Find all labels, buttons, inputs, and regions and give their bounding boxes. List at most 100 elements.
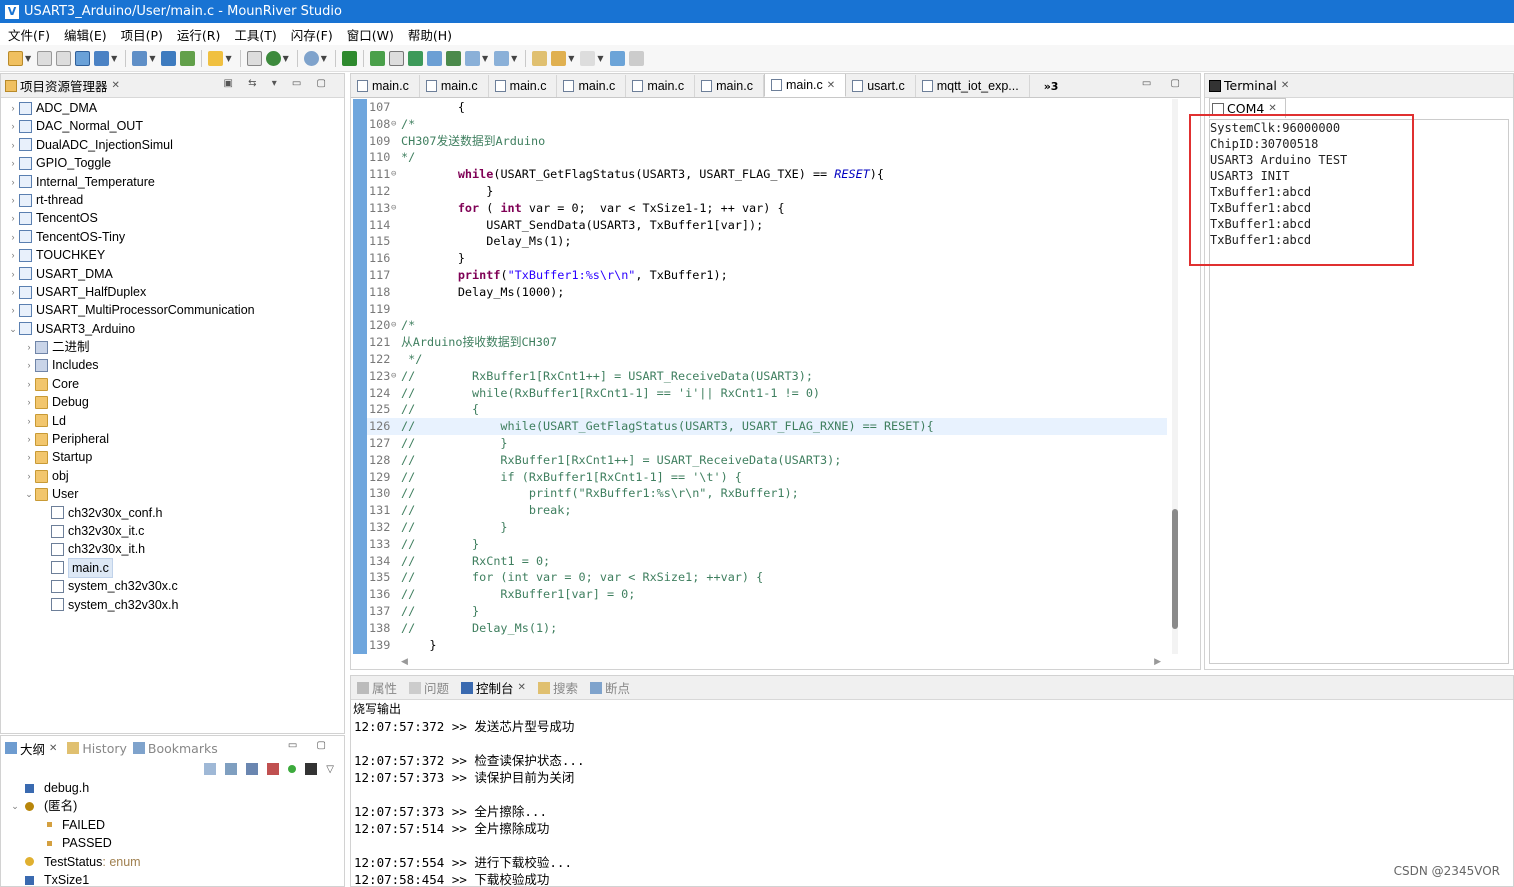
editor-tab[interactable]: main.c ✕ — [763, 74, 847, 97]
code-line[interactable]: 130// printf("RxBuffer1:%s\r\n", RxBuffe… — [367, 485, 1167, 502]
editor-tab[interactable]: main.c — [695, 75, 764, 97]
editor-tab[interactable]: main.c — [489, 75, 558, 97]
vertical-scrollbar[interactable] — [1172, 99, 1178, 654]
tree-item[interactable]: › TencentOS-Tiny — [1, 228, 344, 246]
code-line[interactable]: 134// RxCnt1 = 0; — [367, 553, 1167, 570]
pin-icon[interactable] — [609, 50, 625, 66]
tree-item[interactable]: › USART_DMA — [1, 265, 344, 283]
tree-item[interactable]: ch32v30x_it.h — [1, 540, 344, 558]
tree-item[interactable]: › Debug — [1, 393, 344, 411]
pin2-icon[interactable] — [628, 50, 644, 66]
tree-item[interactable]: system_ch32v30x.c — [1, 577, 344, 595]
code-line[interactable]: 133// } — [367, 536, 1167, 553]
code-line[interactable]: 138// Delay_Ms(1); — [367, 620, 1167, 637]
code-line[interactable]: 127// } — [367, 435, 1167, 452]
bottom-tab[interactable]: 搜索 — [537, 678, 578, 697]
menu-item[interactable]: 项目(P) — [121, 25, 163, 44]
misc-icon[interactable] — [464, 50, 480, 66]
outline-item[interactable]: TestStatus : enum — [1, 853, 344, 871]
console-output[interactable]: 12:07:57:372 >> 发送芯片型号成功 12:07:57:372 >> … — [351, 718, 1513, 887]
editor-tab[interactable]: main.c — [420, 75, 489, 97]
tree-item[interactable]: › TOUCHKEY — [1, 246, 344, 264]
menu-item[interactable]: 工具(T) — [234, 25, 276, 44]
menu-item[interactable]: 文件(F) — [8, 25, 50, 44]
menu-item[interactable]: 运行(R) — [177, 25, 220, 44]
editor-tab[interactable]: main.c — [351, 75, 420, 97]
code-line[interactable]: 120 ⊖/* — [367, 317, 1167, 334]
chevron-right-icon[interactable]: › — [7, 265, 19, 283]
chevron-right-icon[interactable]: › — [23, 393, 35, 411]
tab-outline[interactable]: 大纲 — [20, 739, 45, 758]
chevron-right-icon[interactable]: › — [23, 430, 35, 448]
code-line[interactable]: 109 CH307发送数据到Arduino — [367, 133, 1167, 150]
chevron-right-icon[interactable]: › — [7, 228, 19, 246]
outline-item[interactable]: TxSize1 — [1, 871, 344, 887]
editor-panel-controls[interactable]: ▭ ▢ — [1142, 78, 1188, 89]
code-line[interactable]: 111 ⊖ while (USART_GetFlagStatus(USART3, U… — [367, 166, 1167, 183]
editor-tab[interactable]: main.c — [626, 75, 696, 97]
hide-static-icon[interactable] — [267, 763, 280, 775]
chevron-right-icon[interactable]: › — [23, 467, 35, 485]
editor-tab[interactable]: mqtt_iot_exp... — [916, 75, 1030, 97]
tree-item[interactable]: ⌄ USART3_Arduino — [1, 320, 344, 338]
editor-tab[interactable]: usart.c — [846, 75, 916, 97]
search-icon[interactable] — [303, 50, 319, 66]
forward-icon[interactable] — [580, 50, 596, 66]
chevron-right-icon[interactable]: › — [7, 301, 19, 319]
tree-item[interactable]: › DAC_Normal_OUT — [1, 117, 344, 135]
terminal-icon[interactable] — [246, 50, 262, 66]
flash-icon[interactable] — [369, 50, 385, 66]
scrollbar-thumb[interactable] — [1172, 509, 1178, 629]
close-icon[interactable]: ✕ — [1268, 103, 1276, 114]
menu-item[interactable]: 闪存(F) — [291, 25, 333, 44]
bottom-tab[interactable]: 断点 — [589, 678, 630, 697]
code-line[interactable]: 116 } — [367, 250, 1167, 267]
chevron-right-icon[interactable]: › — [23, 338, 35, 356]
code-line[interactable]: 124// while(RxBuffer1[RxCnt1-1] == 'i'||… — [367, 385, 1167, 402]
chevron-right-icon[interactable]: › — [7, 154, 19, 172]
serial-icon[interactable] — [388, 50, 404, 66]
outline-item[interactable]: debug.h — [1, 779, 344, 797]
bottom-tab[interactable]: 控制台 ✕ — [461, 678, 526, 697]
code-line[interactable]: 131// break; — [367, 502, 1167, 519]
editor-tab[interactable]: main.c — [557, 75, 627, 97]
chevron-right-icon[interactable]: › — [7, 117, 19, 135]
tree-item[interactable]: main.c — [1, 557, 344, 579]
menu-item[interactable]: 窗口(W) — [347, 25, 394, 44]
build-all-icon[interactable] — [180, 50, 196, 66]
chevron-down-icon[interactable]: ⌄ — [9, 797, 21, 815]
back-icon[interactable] — [551, 50, 567, 66]
chevron-right-icon[interactable]: › — [23, 356, 35, 374]
tree-item[interactable]: › 二进制 — [1, 338, 344, 356]
code-line[interactable]: 123 ⊖// RxBuffer1[RxCnt1++] = USART_Recei… — [367, 368, 1167, 385]
chevron-right-icon[interactable]: › — [23, 448, 35, 466]
open-icon[interactable] — [75, 50, 91, 66]
tab-overflow[interactable]: »3 — [1044, 80, 1059, 93]
debug-icon[interactable] — [265, 50, 281, 66]
panel-controls[interactable]: ▭ ▢ — [288, 740, 334, 751]
close-icon[interactable]: ✕ — [49, 743, 57, 754]
collapse-icon[interactable] — [204, 763, 217, 775]
code-line[interactable]: 112 } — [367, 183, 1167, 200]
fold-marker[interactable]: ⊖ — [391, 368, 401, 385]
code-line[interactable]: 128// RxBuffer1[RxCnt1++] = USART_Receiv… — [367, 452, 1167, 469]
tree-item[interactable]: › ADC_DMA — [1, 99, 344, 117]
code-line[interactable]: 117 printf("TxBuffer1:%s\r\n", TxBuffer1… — [367, 267, 1167, 284]
code-line[interactable]: 108 ⊖/* — [367, 116, 1167, 133]
new-icon[interactable] — [8, 50, 23, 66]
tree-item[interactable]: ch32v30x_conf.h — [1, 504, 344, 522]
chevron-right-icon[interactable]: › — [7, 191, 19, 209]
tree-item[interactable]: › DualADC_InjectionSimul — [1, 136, 344, 154]
project-icon[interactable] — [94, 50, 110, 66]
misc2-icon[interactable] — [494, 50, 510, 66]
tab-history[interactable]: History — [82, 741, 126, 756]
tree-item[interactable]: ch32v30x_it.c — [1, 522, 344, 540]
code-line[interactable]: 137// } — [367, 603, 1167, 620]
close-icon[interactable]: ✕ — [827, 80, 835, 91]
tree-item[interactable]: system_ch32v30x.h — [1, 596, 344, 614]
chevron-right-icon[interactable]: › — [23, 412, 35, 430]
prev-edit-icon[interactable] — [532, 50, 548, 66]
tree-item[interactable]: › USART_MultiProcessorCommunication — [1, 301, 344, 319]
chevron-down-icon[interactable]: ▽ — [326, 764, 334, 775]
tree-item[interactable]: › Core — [1, 375, 344, 393]
